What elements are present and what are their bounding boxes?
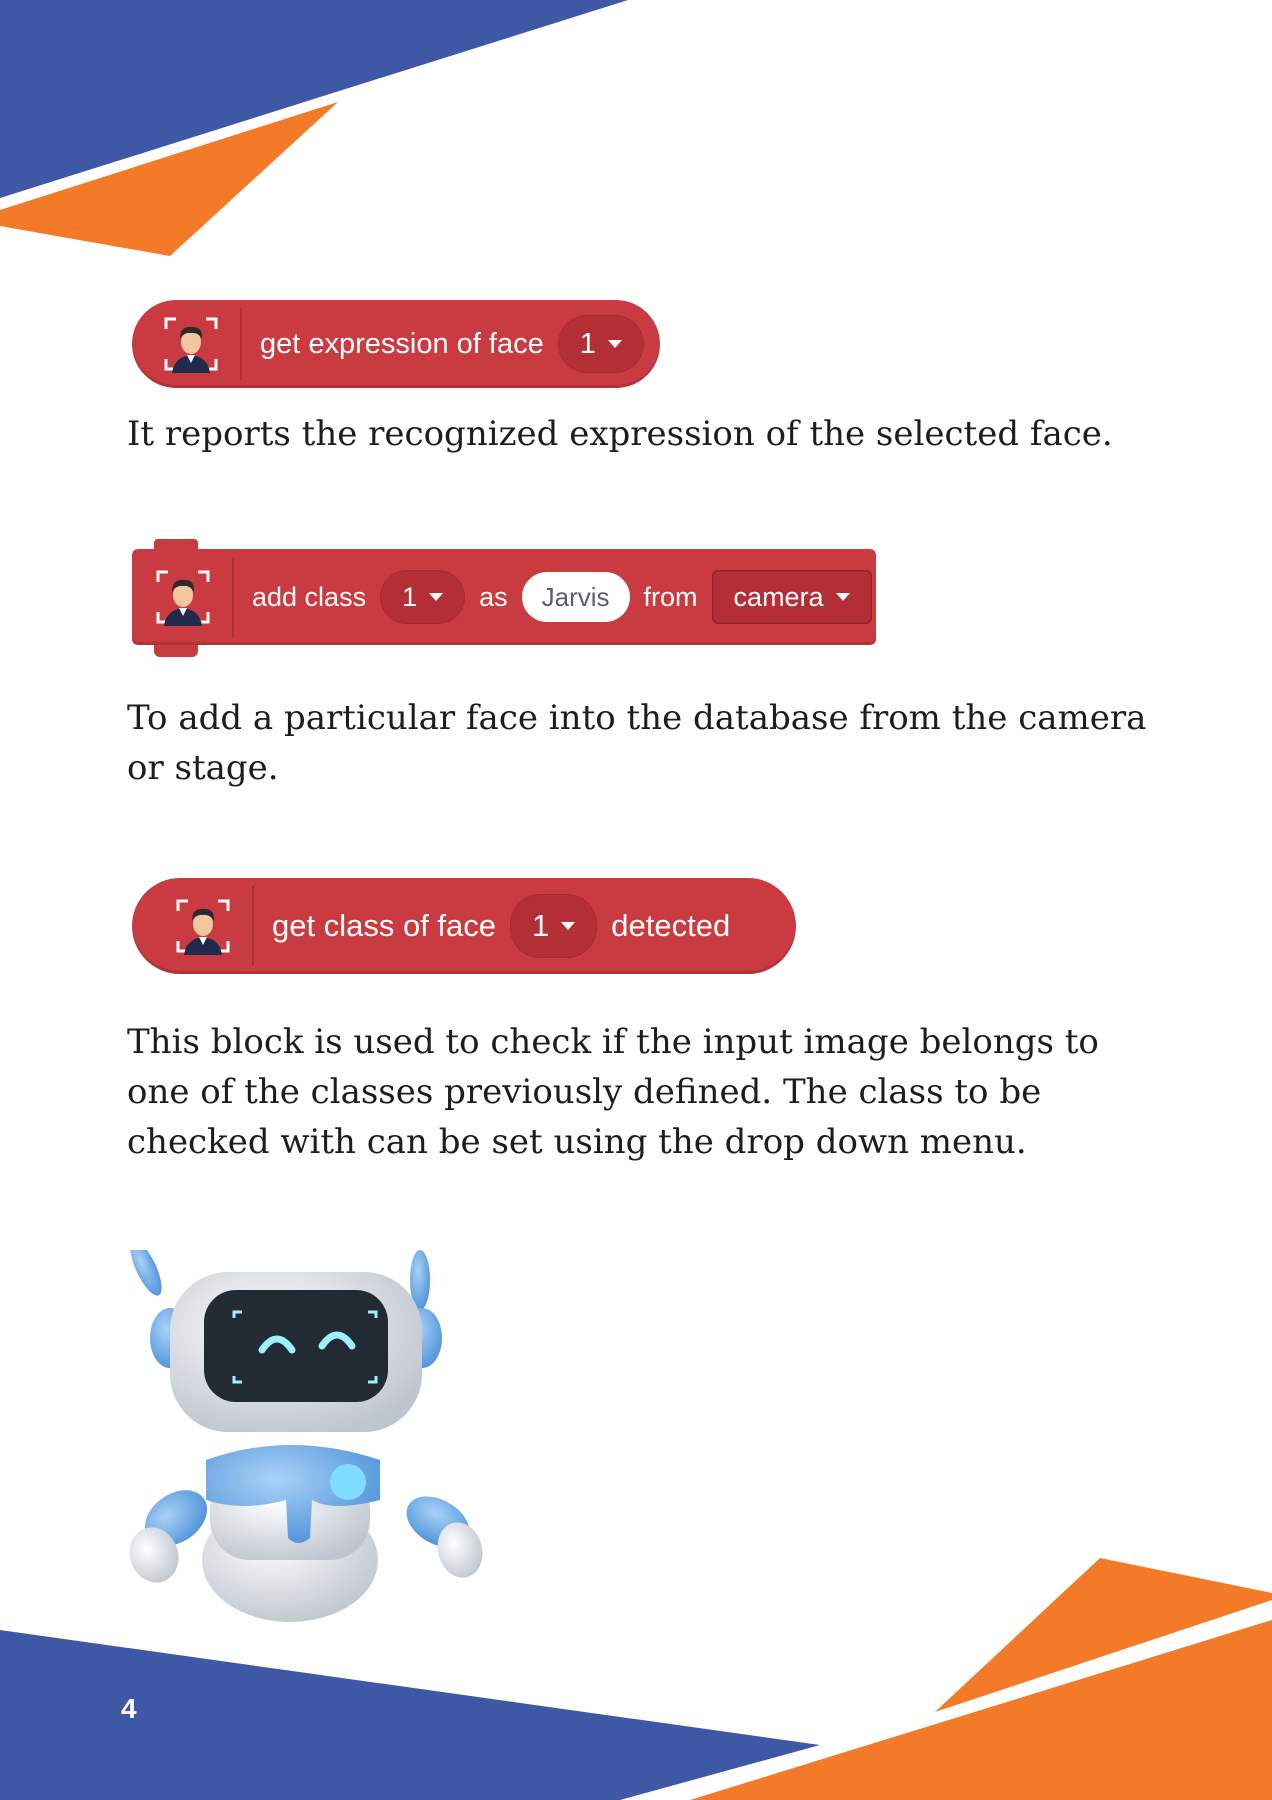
block-separator [252,886,254,966]
from-label: from [643,581,698,612]
dropdown-value: 1 [532,908,550,943]
face-recognition-icon [176,899,230,955]
description-class-of-face: This block is used to check if the input… [127,1022,1099,1162]
get-class-of-face-block[interactable]: get class of face 1 detected [132,878,796,974]
block-separator [240,308,242,380]
dropdown-value: camera [733,581,824,612]
caret-down-icon [561,922,576,930]
add-class-block[interactable]: add class 1 as Jarvis from camera [132,539,876,657]
face-number-dropdown[interactable]: 1 [510,894,598,958]
class-number-dropdown[interactable]: 1 [380,570,466,624]
as-label: as [479,581,508,612]
dropdown-value: 1 [402,581,418,612]
block-label: get class of face [272,908,497,943]
caret-down-icon [607,340,622,348]
block-notch [154,539,198,551]
bottom-right-orange-base [690,1620,1272,1800]
robot-mascot [129,1250,483,1622]
face-recognition-icon [156,570,210,626]
block-tab [154,645,198,657]
block-label: get expression of face [260,327,544,360]
face-recognition-icon [164,317,218,373]
add-class-label: add class [252,581,367,612]
description-add-class: To add a particular face into the databa… [127,698,1147,788]
get-expression-of-face-block[interactable]: get expression of face 1 [132,300,660,388]
page-number: 4 [121,1693,137,1724]
description-expression: It reports the recognized expression of … [127,414,1113,454]
top-left-blue-shape [0,0,628,198]
caret-down-icon [835,593,850,601]
face-number-dropdown[interactable]: 1 [557,315,644,373]
dropdown-value: 1 [579,327,596,360]
class-name-input[interactable]: Jarvis [521,572,630,622]
source-dropdown[interactable]: camera [711,570,872,624]
detected-label: detected [611,908,731,943]
caret-down-icon [429,593,444,601]
block-separator [232,557,234,637]
